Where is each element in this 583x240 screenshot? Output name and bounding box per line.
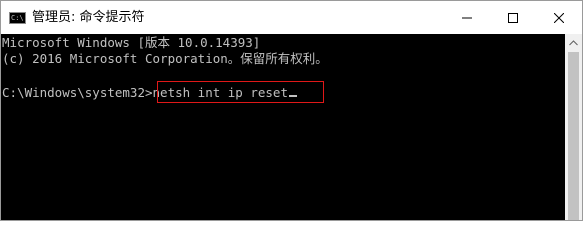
version-line: Microsoft Windows [版本 10.0.14393] [2, 35, 261, 50]
window-title: 管理员: 命令提示符 [32, 10, 145, 25]
console-output[interactable]: Microsoft Windows [版本 10.0.14393] (c) 20… [1, 34, 565, 220]
maximize-button[interactable] [490, 1, 536, 34]
close-button[interactable] [536, 1, 582, 34]
console-icon[interactable]: C:\ [9, 12, 26, 24]
chevron-up-icon [569, 39, 578, 45]
prompt-text: C:\Windows\system32> [2, 85, 153, 100]
vertical-scrollbar[interactable] [565, 34, 582, 220]
scroll-thumb[interactable] [568, 52, 579, 220]
close-icon [554, 12, 564, 23]
minimize-button[interactable] [444, 1, 490, 34]
scroll-up-button[interactable] [565, 34, 582, 51]
command-highlight-box [157, 81, 324, 103]
minimize-icon [462, 17, 472, 18]
maximize-icon [508, 12, 518, 23]
title-bar[interactable]: C:\ 管理员: 命令提示符 [1, 1, 582, 34]
command-prompt-window: C:\ 管理员: 命令提示符 Microsoft Windows [版本 10.… [0, 0, 583, 221]
copyright-line: (c) 2016 Microsoft Corporation。保留所有权利。 [2, 51, 328, 66]
